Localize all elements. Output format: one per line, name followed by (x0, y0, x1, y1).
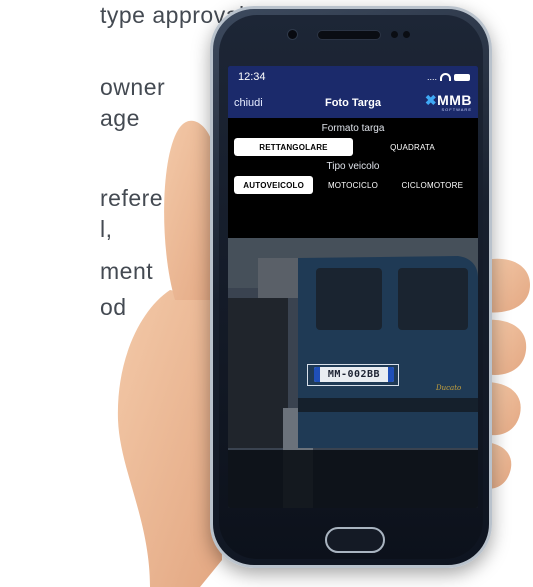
vehicle-type-selector: AUTOVEICOLO MOTOCICLO CICLOMOTORE (234, 176, 472, 194)
vehicle-type-label: Tipo veicolo (326, 161, 380, 172)
camera-preview[interactable]: Ducato MM-002BB (228, 238, 478, 508)
vehicle-type-autoveicolo[interactable]: AUTOVEICOLO (234, 176, 314, 194)
license-plate: MM-002BB (314, 367, 394, 382)
home-button[interactable] (325, 527, 385, 553)
plate-format-selector: RETTANGOLARE QUADRATA (234, 138, 472, 156)
close-button[interactable]: chiudi (234, 97, 263, 109)
mmb-logo: ✖MMB SOFTWARE (425, 93, 472, 113)
navigation-bar: chiudi Foto Targa ✖MMB SOFTWARE (228, 88, 478, 118)
phone-screen: 12:34 .... chiudi Foto Targa ✖MMB SOFTWA… (228, 66, 478, 508)
plate-text: MM-002BB (327, 369, 381, 380)
camera-bottom-overlay (228, 450, 478, 508)
signal-icon: .... (426, 72, 437, 82)
plate-format-rettangolare[interactable]: RETTANGOLARE (234, 138, 353, 156)
logo-mark-icon: ✖ (424, 92, 438, 108)
sensor-dot (391, 31, 398, 38)
vehicle-type-ciclomotore[interactable]: CICLOMOTORE (392, 176, 472, 194)
battery-icon (454, 73, 470, 81)
vehicle-type-motociclo[interactable]: MOTOCICLO (313, 176, 393, 194)
plate-format-quadrata[interactable]: QUADRATA (353, 138, 472, 156)
status-bar: 12:34 .... (228, 66, 478, 88)
status-icons: .... (427, 72, 470, 82)
logo-subtitle: SOFTWARE (441, 107, 472, 112)
plate-region-band (388, 367, 394, 382)
sensor-dot (403, 31, 410, 38)
earpiece-speaker (317, 30, 381, 40)
plate-eu-band (314, 367, 320, 382)
svg-text:Ducato: Ducato (435, 384, 461, 392)
plate-format-label: Formato targa (321, 123, 385, 134)
front-camera-icon (287, 29, 298, 40)
wifi-icon (440, 73, 451, 81)
status-time: 12:34 (238, 71, 266, 83)
logo-wordmark: ✖MMB (424, 92, 472, 108)
